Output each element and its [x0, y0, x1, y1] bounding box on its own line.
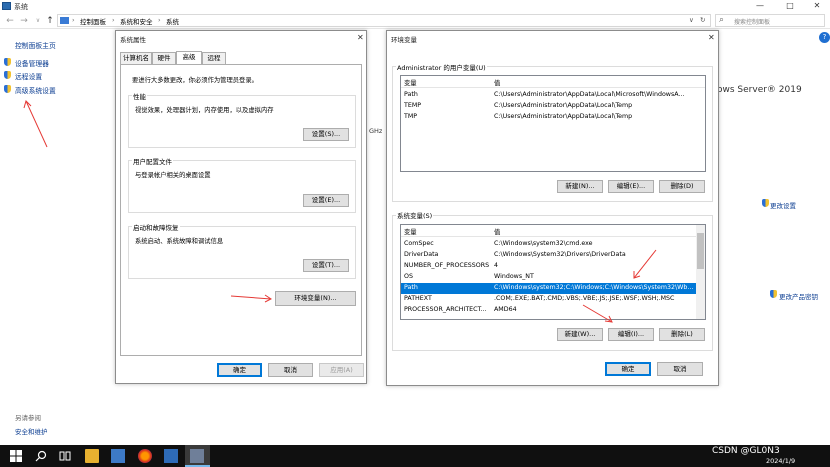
taskbar-date[interactable]: 2024/1/9 — [766, 457, 795, 465]
annotation-arrows — [23, 100, 657, 323]
watermark-text: CSDN @GL0N3 — [712, 446, 780, 456]
arrow-env-button — [230, 294, 272, 303]
server-manager-icon[interactable] — [111, 449, 125, 463]
task-view-icon[interactable] — [59, 450, 71, 462]
start-windows-icon[interactable] — [10, 450, 22, 462]
file-explorer-icon[interactable] — [85, 449, 99, 463]
arrow-edit-button — [582, 304, 613, 323]
arrow-advanced-settings — [23, 100, 48, 148]
remote-desktop-icon[interactable] — [164, 449, 178, 463]
system-window-task-icon[interactable] — [190, 449, 204, 463]
arrow-path-row — [633, 249, 657, 279]
search-taskbar-icon[interactable] — [35, 450, 47, 462]
firefox-icon[interactable] — [138, 449, 152, 463]
